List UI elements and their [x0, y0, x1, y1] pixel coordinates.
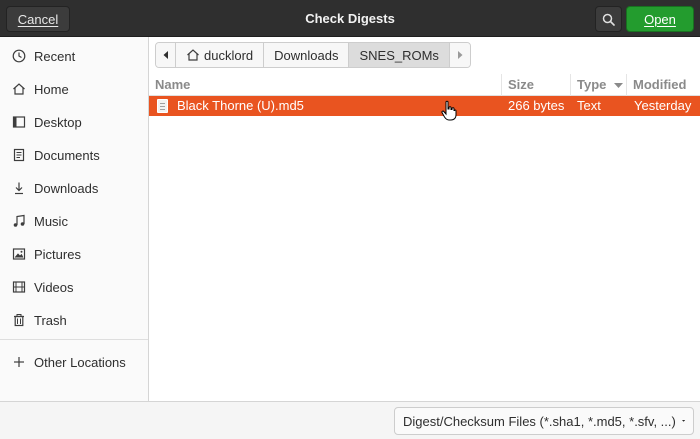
desktop-icon — [12, 115, 26, 129]
sidebar-item-label: Videos — [34, 279, 74, 295]
search-icon — [602, 13, 615, 26]
sidebar-item-label: Downloads — [34, 180, 99, 196]
column-header-row: Name Size Type Modified — [149, 74, 700, 96]
dialog-title: Check Digests — [305, 11, 395, 26]
text-file-icon — [157, 99, 168, 113]
file-modified: Yesterday — [634, 98, 692, 113]
sidebar-item-label: Recent — [34, 48, 76, 64]
videos-icon — [12, 280, 26, 294]
hand-cursor-icon — [441, 100, 457, 121]
filter-selected-value: Digest/Checksum Files (*.sha1, *.md5, *.… — [403, 413, 676, 429]
path-segment-downloads[interactable]: Downloads — [264, 43, 350, 67]
path-scroll-right-button[interactable] — [449, 43, 470, 67]
sidebar-item-other-locations[interactable]: Other Locations — [0, 346, 148, 378]
sidebar-item-home[interactable]: Home — [0, 73, 148, 105]
chevron-left-icon — [163, 51, 168, 59]
sidebar-item-recent[interactable]: Recent — [0, 40, 148, 72]
sidebar-item-label: Other Locations — [34, 354, 126, 370]
sidebar-item-music[interactable]: Music — [0, 205, 148, 237]
column-header-modified[interactable]: Modified — [627, 74, 700, 96]
home-icon — [12, 82, 26, 96]
file-chooser-dialog: Cancel Check Digests Open Recent Home De… — [0, 0, 700, 439]
column-header-label: Name — [155, 77, 191, 92]
path-segment-label: Downloads — [274, 47, 339, 63]
bottom-bar: Digest/Checksum Files (*.sha1, *.md5, *.… — [0, 401, 700, 439]
column-header-name[interactable]: Name — [149, 74, 502, 96]
file-list: Name Size Type Modified Black Thorne (U)… — [149, 74, 700, 401]
clock-icon — [12, 49, 26, 63]
sidebar-item-pictures[interactable]: Pictures — [0, 238, 148, 270]
music-icon — [12, 214, 26, 228]
open-button-label: Open — [644, 11, 676, 27]
sidebar-item-desktop[interactable]: Desktop — [0, 106, 148, 138]
sidebar-item-videos[interactable]: Videos — [0, 271, 148, 303]
table-row[interactable]: Black Thorne (U).md5 266 bytes Text Yest… — [149, 96, 700, 116]
path-segment-label: SNES_ROMs — [359, 47, 439, 63]
sidebar-item-label: Pictures — [34, 246, 81, 262]
pictures-icon — [12, 247, 26, 261]
path-scroll-left-button[interactable] — [156, 43, 176, 67]
plus-icon — [12, 355, 26, 369]
download-icon — [12, 181, 26, 195]
column-header-label: Size — [508, 77, 535, 92]
path-bar: ducklord Downloads SNES_ROMs — [155, 42, 471, 68]
header-bar: Cancel Check Digests Open — [0, 0, 700, 37]
sidebar-item-label: Home — [34, 81, 69, 97]
cancel-button[interactable]: Cancel — [6, 6, 70, 32]
file-name: Black Thorne (U).md5 — [177, 98, 304, 113]
chevron-right-icon — [457, 51, 463, 59]
sidebar-item-label: Music — [34, 213, 68, 229]
open-button[interactable]: Open — [626, 6, 694, 32]
places-sidebar: Recent Home Desktop Documents Downloads — [0, 37, 149, 401]
documents-icon — [12, 148, 26, 162]
column-header-label: Type — [577, 77, 607, 92]
file-type: Text — [577, 98, 601, 113]
sidebar-item-label: Trash — [34, 312, 67, 328]
file-size: 266 bytes — [508, 98, 565, 113]
sidebar-separator — [0, 339, 148, 340]
sidebar-item-trash[interactable]: Trash — [0, 304, 148, 336]
sort-down-icon — [614, 82, 624, 88]
file-type-filter-dropdown[interactable]: Digest/Checksum Files (*.sha1, *.md5, *.… — [394, 407, 694, 435]
sidebar-item-label: Desktop — [34, 114, 82, 130]
column-header-size[interactable]: Size — [502, 74, 571, 96]
path-segment-snes-roms[interactable]: SNES_ROMs — [349, 43, 450, 67]
cancel-button-label: Cancel — [17, 11, 59, 27]
path-segment-label: ducklord — [204, 47, 254, 63]
chevron-down-icon — [681, 420, 685, 422]
column-header-label: Modified — [633, 77, 687, 92]
column-header-type[interactable]: Type — [571, 74, 627, 96]
sidebar-item-documents[interactable]: Documents — [0, 139, 148, 171]
search-button[interactable] — [595, 6, 622, 32]
sidebar-item-downloads[interactable]: Downloads — [0, 172, 148, 204]
path-segment-home[interactable]: ducklord — [176, 43, 265, 67]
trash-icon — [12, 313, 26, 327]
home-icon — [187, 49, 199, 61]
sidebar-item-label: Documents — [34, 147, 100, 163]
